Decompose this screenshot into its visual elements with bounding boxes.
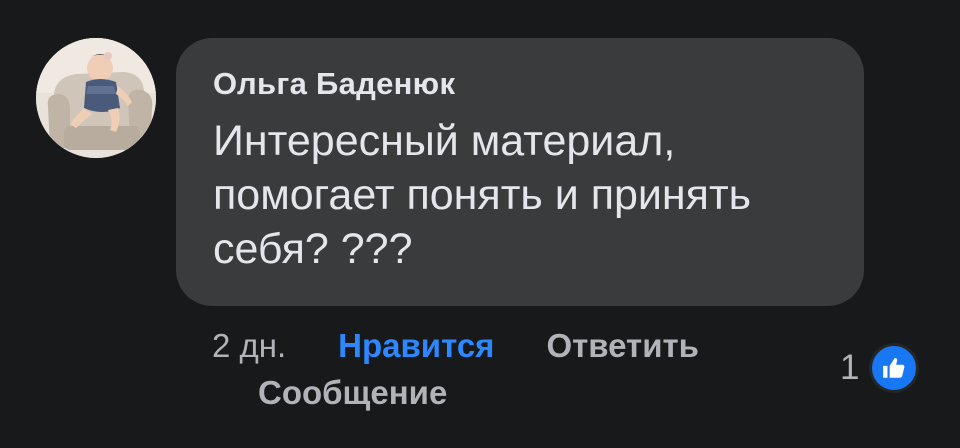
avatar-image	[36, 38, 156, 158]
comment-text: Интересный материал, помогает понять и п…	[213, 117, 752, 273]
like-button[interactable]: Нравится	[338, 327, 494, 365]
thumbs-up-icon	[869, 343, 920, 393]
avatar[interactable]	[36, 38, 156, 158]
comment-actions: 2 дн. Нравится Ответить	[212, 322, 699, 370]
comment-author[interactable]: Ольга Баденюк	[213, 64, 826, 104]
comment-timestamp[interactable]: 2 дн.	[212, 327, 286, 365]
reply-button[interactable]: Ответить	[546, 327, 699, 365]
comment-bubble: Ольга Баденюк Интересный материал, помог…	[176, 38, 864, 306]
reaction-count: 1	[840, 348, 860, 387]
message-button[interactable]: Сообщение	[258, 370, 447, 416]
reaction-summary[interactable]: 1	[840, 340, 920, 396]
